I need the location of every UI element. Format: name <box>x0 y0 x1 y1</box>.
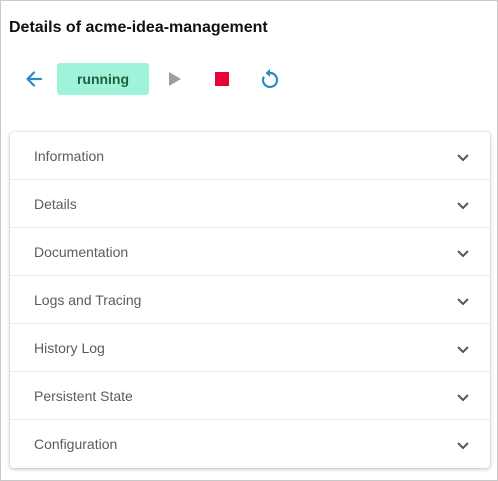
play-icon <box>169 72 181 86</box>
section-label: Persistent State <box>34 387 133 404</box>
section-label: Information <box>34 147 105 164</box>
section-label: Configuration <box>34 436 118 452</box>
section-logs-and-tracing[interactable]: Logs and Tracing <box>10 276 490 324</box>
chevron-down-icon <box>457 393 469 401</box>
chevron-down-icon <box>457 345 469 353</box>
section-label: History Log <box>34 339 105 356</box>
play-button[interactable] <box>165 63 185 95</box>
section-information[interactable]: Information <box>10 132 490 180</box>
status-badge: running <box>57 63 149 95</box>
details-accordion: Information Details Documentation Logs a… <box>10 132 490 468</box>
restart-button[interactable] <box>258 63 282 95</box>
stop-icon <box>215 72 229 86</box>
chevron-down-icon <box>457 442 469 450</box>
chevron-down-icon <box>457 153 469 161</box>
section-label: Details <box>34 195 77 212</box>
section-history-log[interactable]: History Log <box>10 324 490 372</box>
restart-icon <box>261 69 279 89</box>
chevron-down-icon <box>457 249 469 257</box>
action-toolbar: running <box>21 63 301 95</box>
details-window: Details of acme-idea-management running <box>0 0 498 481</box>
section-label: Documentation <box>34 243 129 260</box>
section-details[interactable]: Details <box>10 180 490 228</box>
back-button[interactable] <box>21 63 47 95</box>
chevron-down-icon <box>457 201 469 209</box>
arrow-left-icon <box>26 71 43 87</box>
section-documentation[interactable]: Documentation <box>10 228 490 276</box>
section-label: Logs and Tracing <box>34 291 142 308</box>
section-configuration[interactable]: Configuration <box>10 420 490 468</box>
stop-button[interactable] <box>211 63 233 95</box>
page-title: Details of acme-idea-management <box>9 19 268 36</box>
section-persistent-state[interactable]: Persistent State <box>10 372 490 420</box>
chevron-down-icon <box>457 297 469 305</box>
